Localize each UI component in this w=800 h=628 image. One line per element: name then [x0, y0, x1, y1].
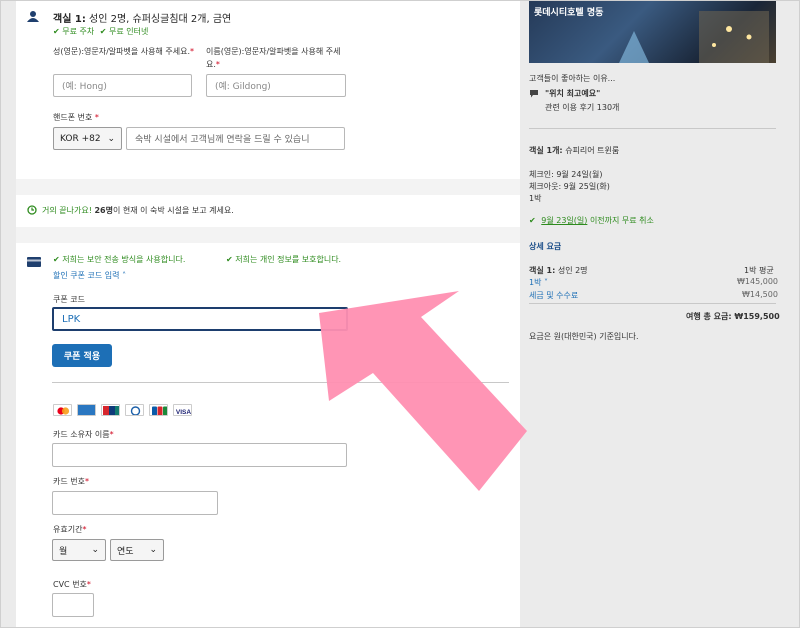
urgency-banner: 거의 끝나가요! 26명이 현재 이 숙박 시설을 보고 계세요. — [16, 195, 520, 227]
cancel-date-link[interactable]: 9월 23일(일) — [541, 216, 587, 225]
coupon-label: 쿠폰 코드 — [53, 295, 85, 304]
unionpay-icon — [101, 404, 120, 416]
phone-label: 핸드폰 번호 * — [53, 113, 99, 122]
payment-card: ✔ 저희는 보안 전송 방식을 사용합니다. ✔ 저희는 개인 정보를 보호합니… — [16, 243, 520, 627]
check-icon: ✔ — [99, 27, 107, 36]
chevron-down-icon: ⌄ — [107, 133, 115, 144]
divider — [52, 382, 509, 383]
diners-club-icon — [125, 404, 144, 416]
expiry-month-select[interactable]: 월 ⌄ — [52, 539, 106, 561]
review-quote: "위치 최고예요" — [545, 89, 601, 98]
room-guests-line: 객실 1: 성인 2명 — [529, 266, 588, 275]
chevron-down-icon: ⌄ — [91, 545, 99, 555]
month-value: 월 — [59, 546, 68, 557]
price-details-title: 상세 요금 — [529, 242, 562, 251]
expiry-label: 유효기간* — [53, 525, 87, 534]
stay-length: 1박 — [529, 194, 542, 203]
person-icon — [27, 11, 39, 22]
first-name-label: 이름(영문):영문자/알파벳을 사용해 주세요.* — [206, 47, 341, 69]
checkout-date: 체크아웃: 9월 25일(화) — [529, 182, 610, 191]
last-name-label: 성(영문):영문자/알파벳을 사용해 주세요.* — [53, 47, 195, 56]
booking-summary: 롯데시티호텔 명동 고객들이 좋아하는 이유... "위치 최고예요" 관련 이… — [520, 1, 799, 627]
secure-notice-1: ✔ 저희는 보안 전송 방식을 사용합니다. — [53, 255, 186, 264]
nights-link[interactable]: 1박 ˅ — [529, 277, 548, 288]
chevron-up-icon: ˄ — [122, 271, 127, 280]
amenities: ✔ 무료 주차 ✔ 무료 인터넷 — [53, 26, 148, 37]
year-value: 연도 — [117, 546, 134, 557]
currency-note: 요금은 원(대한민국) 기준입니다. — [529, 332, 639, 341]
guest-info-card: 객실 1: 성인 2명, 슈퍼싱글침대 2개, 금연 ✔ 무료 주차 ✔ 무료 … — [16, 1, 520, 179]
total-line: 여행 총 요금: ₩159,500 — [686, 311, 780, 322]
amenity-parking: 무료 주차 — [62, 27, 95, 36]
total-price: ₩159,500 — [734, 312, 780, 321]
room-title-text: 성인 2명, 슈퍼싱글침대 2개, 금연 — [89, 14, 232, 25]
first-name-input[interactable]: (예: Gildong) — [206, 74, 346, 97]
divider — [529, 128, 776, 129]
apply-coupon-button[interactable]: 쿠폰 적용 — [52, 344, 112, 367]
mastercard-icon — [53, 404, 72, 416]
phone-input[interactable]: 숙박 시설에서 고객님께 연락을 드릴 수 있습니 — [126, 127, 345, 150]
room-count-line: 객실 1개: 슈피리어 트윈룸 — [529, 146, 620, 155]
hotel-photo-graphic — [619, 11, 769, 63]
card-brand-logos: VISA — [53, 404, 192, 416]
cvc-input[interactable] — [52, 593, 94, 617]
speech-bubble-icon — [530, 90, 538, 98]
review-count: 관련 이용 후기 130개 — [545, 103, 620, 112]
divider — [529, 303, 776, 304]
check-icon: ✔ — [226, 255, 233, 264]
cvc-label: CVC 번호* — [53, 580, 91, 589]
chevron-down-icon: ⌄ — [149, 545, 157, 555]
card-number-input[interactable] — [52, 491, 218, 515]
cardholder-input[interactable] — [52, 443, 347, 467]
viewer-count: 26명 — [94, 206, 113, 215]
clock-icon — [27, 205, 37, 215]
amex-icon — [77, 404, 96, 416]
secure-notice-2: ✔ 저희는 개인 정보를 보호합니다. — [226, 255, 342, 264]
tax-price: ₩14,500 — [742, 290, 778, 299]
total-label: 여행 총 요금: — [686, 312, 732, 321]
chevron-down-icon: ˅ — [544, 278, 548, 287]
visa-icon: VISA — [173, 404, 192, 416]
country-code-value: KOR +82 — [60, 133, 101, 144]
checkin-date: 체크인: 9월 24일(월) — [529, 170, 603, 179]
credit-card-icon — [27, 257, 41, 267]
free-cancellation: ✔ 9월 23일(일) 이전까지 무료 취소 — [529, 216, 654, 225]
tax-fees-link[interactable]: 세금 및 수수료 — [529, 290, 578, 301]
nights-price: ₩145,000 — [737, 277, 778, 286]
hotel-image: 롯데시티호텔 명동 — [529, 1, 776, 63]
check-icon: ✔ — [53, 255, 60, 264]
per-night-label: 1박 평균 — [744, 266, 774, 275]
check-icon: ✔ — [53, 27, 60, 36]
cardholder-label: 카드 소유자 이름* — [53, 430, 114, 439]
card-number-label: 카드 번호* — [53, 477, 89, 486]
amenity-internet: 무료 인터넷 — [109, 27, 149, 36]
room-title-prefix: 객실 1: — [53, 14, 86, 25]
svg-text:VISA: VISA — [176, 409, 191, 416]
expiry-year-select[interactable]: 연도 ⌄ — [110, 539, 164, 561]
check-icon: ✔ — [529, 216, 536, 225]
coupon-input[interactable]: LPK — [52, 307, 348, 331]
room-title: 객실 1: 성인 2명, 슈퍼싱글침대 2개, 금연 — [53, 10, 231, 25]
coupon-toggle-link[interactable]: 할인 쿠폰 코드 입력 ˄ — [53, 270, 126, 281]
last-name-input[interactable]: (예: Hong) — [53, 74, 192, 97]
urgency-text: 거의 끝나가요! 26명이 현재 이 숙박 시설을 보고 계세요. — [42, 206, 234, 215]
reviews-intro: 고객들이 좋아하는 이유... — [529, 74, 616, 83]
country-code-select[interactable]: KOR +82 ⌄ — [53, 127, 122, 150]
jcb-icon — [149, 404, 168, 416]
checkout-page: 객실 1: 성인 2명, 슈퍼싱글침대 2개, 금연 ✔ 무료 주차 ✔ 무료 … — [0, 0, 800, 628]
